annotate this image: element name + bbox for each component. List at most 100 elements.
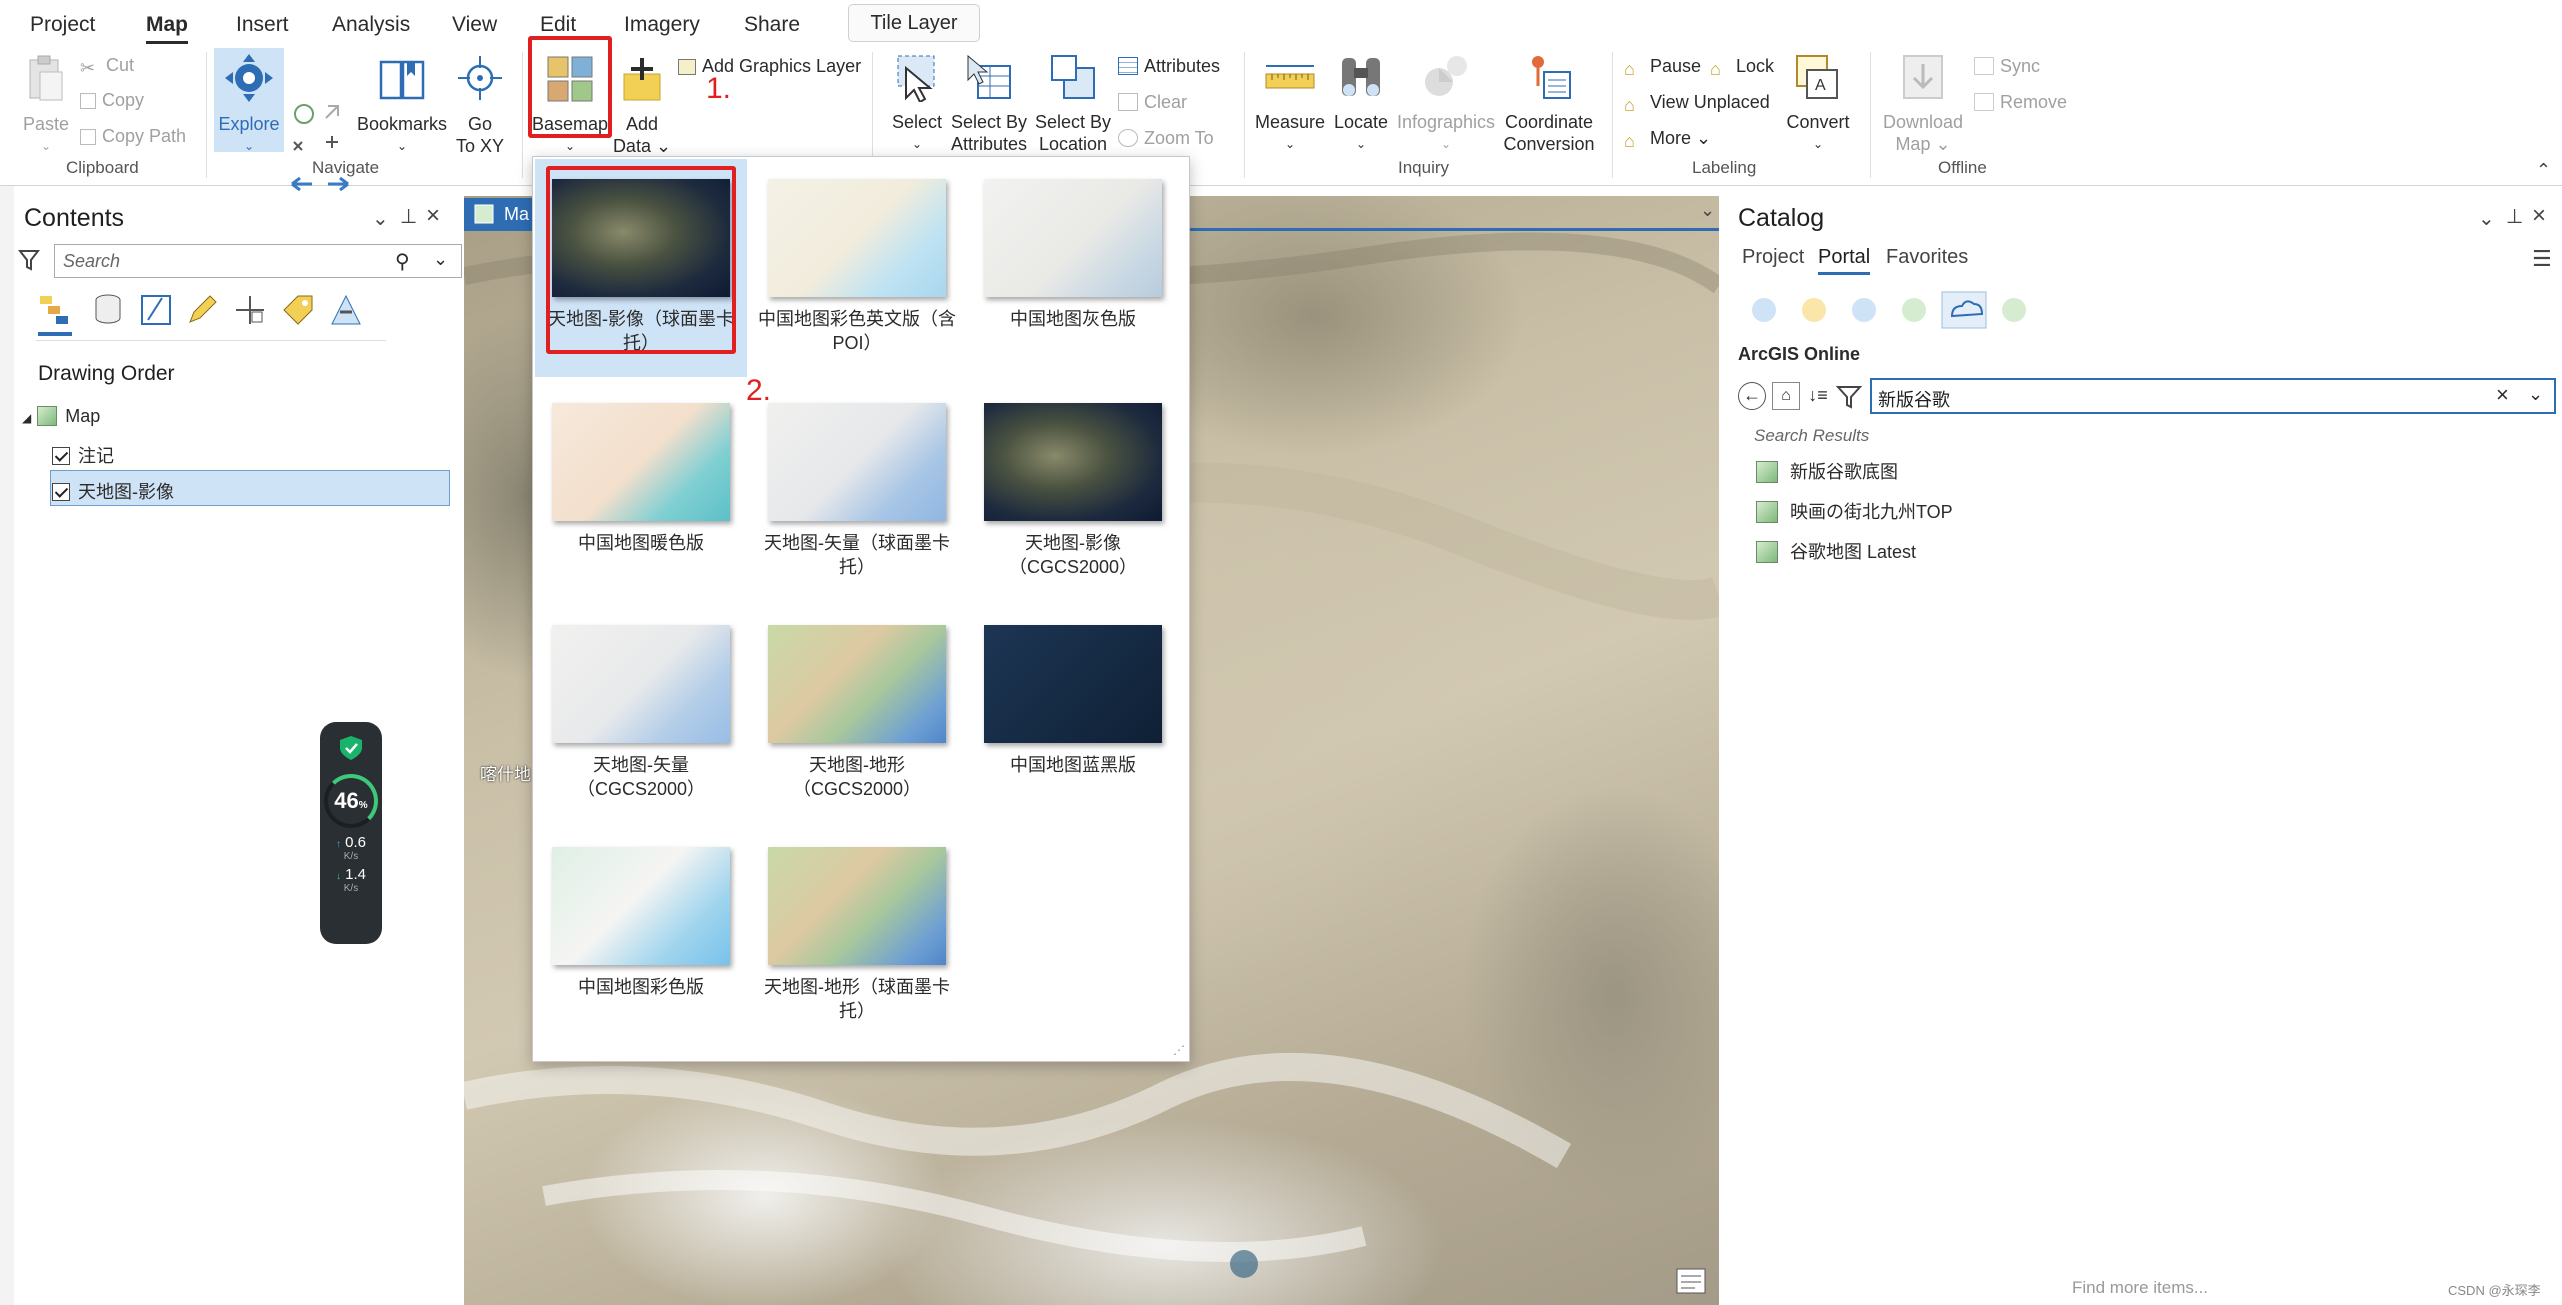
hamburger-menu-icon[interactable]: ☰	[2532, 246, 2552, 272]
layer-annotation[interactable]: 注记	[52, 442, 114, 468]
layer-visibility-checkbox[interactable]	[52, 447, 70, 465]
expand-icon[interactable]: ◢	[22, 411, 31, 425]
basemap-china-color[interactable]: 中国地图彩色版	[541, 847, 741, 999]
map-tabs-menu-icon[interactable]: ⌄	[1700, 200, 1715, 221]
basemap-tianditu-vector-mercator[interactable]: 天地图-矢量（球面墨卡托）	[757, 403, 957, 579]
search-icon[interactable]: ⚲	[395, 249, 410, 274]
select-button[interactable]: Select ⌄	[882, 52, 952, 155]
contents-search-input[interactable]: Search ⚲ ⌄	[54, 244, 462, 278]
pane-menu-icon[interactable]: ⌄	[2478, 206, 2495, 231]
clear-button[interactable]: Clear	[1118, 90, 1187, 114]
select-by-attributes-button[interactable]: Select By Attributes	[948, 52, 1030, 155]
resize-grip-icon[interactable]: ⋰	[1173, 1043, 1185, 1057]
tab-analysis[interactable]: Analysis	[324, 10, 418, 40]
copy-button[interactable]: Copy	[80, 88, 144, 112]
paste-button[interactable]: Paste ⌄	[18, 54, 74, 157]
home-icon[interactable]: ⌂	[1772, 382, 1800, 410]
pin-icon[interactable]: ⊥	[2506, 204, 2523, 229]
list-by-editing-icon[interactable]	[184, 292, 220, 328]
list-by-drawing-order-icon[interactable]	[36, 292, 72, 328]
catalog-tab-favorites[interactable]: Favorites	[1886, 246, 1968, 269]
back-arrow-icon[interactable]: ←	[1738, 382, 1766, 410]
basemap-china-blue-black[interactable]: 中国地图蓝黑版	[973, 625, 1173, 777]
tab-share[interactable]: Share	[736, 10, 808, 40]
locate-button[interactable]: Locate ⌄	[1330, 52, 1392, 155]
add-data-button[interactable]: Add Data ⌄	[612, 54, 672, 157]
basemap-china-warm[interactable]: 中国地图暖色版	[541, 403, 741, 555]
remove-button[interactable]: Remove	[1974, 90, 2067, 114]
list-by-source-icon[interactable]	[90, 292, 126, 328]
download-map-button[interactable]: Download Map ⌄	[1876, 52, 1970, 155]
convert-button[interactable]: A Convert ⌄	[1782, 52, 1854, 155]
copy-path-button[interactable]: Copy Path	[80, 124, 186, 148]
map-service-icon	[1756, 501, 1778, 523]
pin-icon[interactable]: ⊥	[400, 204, 417, 229]
basemap-china-color-english[interactable]: 中国地图彩色英文版（含POI）	[757, 179, 957, 355]
sort-icon[interactable]: ↓≡	[1804, 382, 1832, 410]
search-result-item[interactable]: 新版谷歌底图	[1756, 458, 1898, 484]
explore-button[interactable]: Explore ⌄	[214, 48, 284, 153]
tab-insert[interactable]: Insert	[228, 10, 297, 40]
basemap-tianditu-image-cgcs2000[interactable]: 天地图-影像（CGCS2000）	[973, 403, 1173, 579]
view-unplaced-button[interactable]: ⌂ View Unplaced	[1624, 90, 1770, 115]
list-by-selection-icon[interactable]	[138, 292, 174, 328]
ribbon: Paste ⌄ ✂ Cut Copy Copy Path Clipboard Exp…	[0, 48, 2562, 225]
pane-menu-icon[interactable]: ⌄	[372, 206, 389, 231]
list-by-snapping-icon[interactable]	[232, 292, 268, 328]
cut-button[interactable]: ✂ Cut	[80, 53, 134, 78]
chevron-down-icon[interactable]: ⌄	[433, 249, 448, 270]
tab-project[interactable]: Project	[22, 10, 103, 40]
tab-imagery[interactable]: Imagery	[616, 10, 708, 40]
clear-search-icon[interactable]: ×	[2496, 382, 2509, 408]
tab-map[interactable]: Map	[138, 10, 196, 44]
list-by-perspective-icon[interactable]	[328, 292, 364, 328]
basemap-tianditu-vector-cgcs2000[interactable]: 天地图-矢量（CGCS2000）	[541, 625, 741, 801]
search-result-item[interactable]: 映画の街北九州TOP	[1756, 498, 1953, 524]
catalog-search-input[interactable]: 新版谷歌 × ⌄	[1870, 378, 2556, 414]
catalog-tab-project[interactable]: Project	[1742, 246, 1804, 269]
sync-button[interactable]: Sync	[1974, 54, 2040, 78]
ruler-icon	[1265, 65, 1315, 89]
pause-labeling-button[interactable]: ⌂ Pause	[1624, 54, 1701, 79]
watermark: CSDN @永琛李	[2448, 1283, 2541, 1298]
go-to-xy-button[interactable]: Go To XY	[452, 54, 508, 157]
search-result-item[interactable]: 谷歌地图 Latest	[1756, 538, 1916, 564]
attributes-button[interactable]: Attributes	[1118, 54, 1220, 78]
select-by-location-button[interactable]: Select By Location	[1032, 52, 1114, 155]
tab-tile-layer[interactable]: Tile Layer	[848, 4, 980, 42]
more-labeling-button[interactable]: ⌂ More ⌄	[1624, 126, 1711, 151]
collapse-ribbon-icon[interactable]: ⌃	[2536, 160, 2551, 181]
find-more-link[interactable]: Find more items...	[2072, 1278, 2208, 1298]
catalog-title: Catalog	[1738, 204, 1825, 232]
portal-sources-icons	[1752, 291, 2026, 329]
basemap-thumbnail	[984, 625, 1162, 743]
filter-icon[interactable]	[18, 248, 40, 272]
bookmarks-button[interactable]: Bookmarks ⌄	[354, 54, 450, 157]
close-icon[interactable]: ×	[426, 202, 440, 230]
tab-view[interactable]: View	[444, 10, 505, 40]
upload-icon: ↑	[335, 839, 341, 850]
basemap-china-gray[interactable]: 中国地图灰色版	[973, 179, 1173, 331]
close-icon[interactable]: ×	[2532, 202, 2546, 230]
zoom-to-button[interactable]: Zoom To	[1118, 126, 1214, 150]
svg-text:A: A	[1815, 77, 1826, 94]
basemap-tianditu-terrain-cgcs2000[interactable]: 天地图-地形（CGCS2000）	[757, 625, 957, 801]
catalog-tab-portal[interactable]: Portal	[1818, 246, 1871, 275]
attributes-table-icon	[1118, 57, 1138, 75]
lock-labeling-button[interactable]: ⌂ Lock	[1710, 54, 1774, 79]
basemap-tianditu-terrain-mercator[interactable]: 天地图-地形（球面墨卡托）	[757, 847, 957, 1023]
layer-imagery[interactable]: 天地图-影像	[52, 478, 174, 504]
measure-button[interactable]: Measure ⌄	[1252, 52, 1328, 155]
map-tree-node[interactable]: ◢ Map	[22, 406, 100, 427]
layer-visibility-checkbox[interactable]	[52, 483, 70, 501]
chevron-down-icon[interactable]: ⌄	[2528, 384, 2543, 405]
coordinate-conversion-button[interactable]: Coordinate Conversion	[1500, 52, 1598, 155]
list-by-labeling-icon[interactable]	[280, 292, 316, 328]
infographics-button[interactable]: Infographics ⌄	[1394, 52, 1498, 155]
map-icon	[474, 204, 494, 224]
download-icon: ↓	[335, 871, 341, 882]
sync-icon	[1974, 57, 1994, 75]
map-tips-icon[interactable]	[1676, 1268, 1706, 1294]
map-service-icon	[1756, 541, 1778, 563]
filter-icon[interactable]	[1836, 384, 1862, 410]
